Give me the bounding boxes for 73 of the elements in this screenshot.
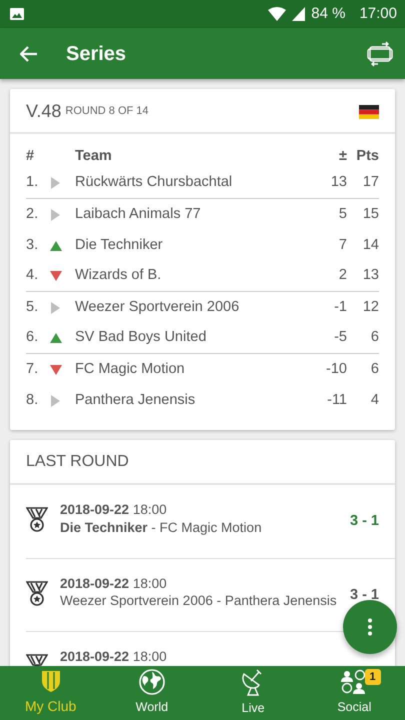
rotate-screen-icon[interactable] xyxy=(367,40,393,66)
match-date-time: 2018-09-22 18:00 xyxy=(60,648,168,666)
goal-difference-cell-text: -10 xyxy=(325,360,347,379)
trend-up-icon xyxy=(50,332,62,344)
goal-difference-cell-text: -5 xyxy=(333,328,347,348)
trend-same-icon xyxy=(50,394,62,406)
match-teams: Weezer Sportverein 2006 - Panthera Jenensis xyxy=(60,592,338,610)
trend-up-icon xyxy=(50,240,62,252)
match-teams: Die Techniker - FC Magic Motion xyxy=(60,518,263,536)
trend-same-icon xyxy=(50,177,62,189)
screen-title: Series xyxy=(66,42,128,66)
nav-tab[interactable]: World xyxy=(101,666,202,720)
rank-cell-text: 7. xyxy=(26,360,40,379)
match-score: 3 - 1 xyxy=(350,512,380,531)
clock: 17:00 xyxy=(359,4,397,24)
team-cell-text: Weezer Sportverein 2006 xyxy=(75,298,240,317)
points-cell-text: 14 xyxy=(362,236,379,255)
team-cell-text: Wizards of B. xyxy=(75,266,162,286)
rank-cell-text: 8. xyxy=(26,390,40,410)
team-cell-text: Die Techniker xyxy=(75,236,164,255)
rank-cell-text: 5. xyxy=(26,298,40,317)
rank-cell-text: 3. xyxy=(26,236,40,255)
rank-cell-text: 6. xyxy=(26,328,40,348)
trend-down-icon xyxy=(50,270,62,282)
goal-difference-cell-text: -11 xyxy=(326,390,347,410)
medal-icon xyxy=(26,507,48,533)
points-cell-text: 6 xyxy=(370,360,379,379)
rank-cell-text: 1. xyxy=(26,173,40,192)
column-header: ± xyxy=(338,147,347,166)
points-cell-text: 6 xyxy=(370,328,379,348)
section-title: LAST ROUND xyxy=(10,440,395,485)
points-cell-text: 15 xyxy=(362,204,379,224)
flag-icon xyxy=(359,104,379,118)
more-icon xyxy=(367,618,373,636)
points-cell-text: 12 xyxy=(362,298,379,317)
points-cell-text: 13 xyxy=(362,266,379,286)
team-cell-text: FC Magic Motion xyxy=(75,360,186,379)
notification-badge: 1 xyxy=(364,669,381,685)
battery-level: 84 % xyxy=(311,4,346,24)
team-cell-text: Panthera Jenensis xyxy=(75,390,196,410)
goal-difference-cell-text: 2 xyxy=(338,266,347,286)
match-score: 3 - 1 xyxy=(350,586,380,604)
image-icon xyxy=(10,8,24,20)
team-cell-text: Laibach Animals 77 xyxy=(75,204,202,224)
team-cell-text: SV Bad Boys United xyxy=(75,328,208,348)
signal-icon xyxy=(292,7,306,21)
series-name: V.48 xyxy=(26,100,62,123)
nav-tab[interactable]: Live xyxy=(202,666,304,720)
rank-cell-text: 2. xyxy=(26,204,40,224)
nav-tab[interactable]: My Club xyxy=(0,666,102,720)
trend-down-icon xyxy=(50,364,62,376)
column-header: Pts xyxy=(355,147,379,166)
trend-same-icon xyxy=(50,302,62,314)
match-date-time: 2018-09-22 18:00 xyxy=(60,574,168,592)
rank-cell-text: 4. xyxy=(26,266,40,286)
goal-difference-cell-text: 13 xyxy=(330,173,347,192)
match-date-time: 2018-09-22 18:00 xyxy=(60,501,168,519)
wifi-icon xyxy=(268,7,286,21)
points-cell-text: 17 xyxy=(362,173,379,192)
points-cell-text: 4 xyxy=(370,390,379,410)
shield-icon xyxy=(40,669,62,693)
round-info: ROUND 8 OF 14 xyxy=(65,104,149,120)
back-icon[interactable] xyxy=(20,46,38,62)
medal-icon xyxy=(26,580,48,606)
goal-difference-cell-text: -1 xyxy=(333,298,347,317)
goal-difference-cell-text: 5 xyxy=(338,204,347,224)
goal-difference-cell-text: 7 xyxy=(338,236,347,255)
nav-tab[interactable]: Social 1 xyxy=(304,666,405,720)
column-header: # xyxy=(26,147,36,166)
globe-icon xyxy=(138,669,165,696)
trend-same-icon xyxy=(50,208,62,220)
team-cell-text: Rückwärts Chursbachtal xyxy=(75,173,234,192)
column-header: Team xyxy=(75,147,113,166)
